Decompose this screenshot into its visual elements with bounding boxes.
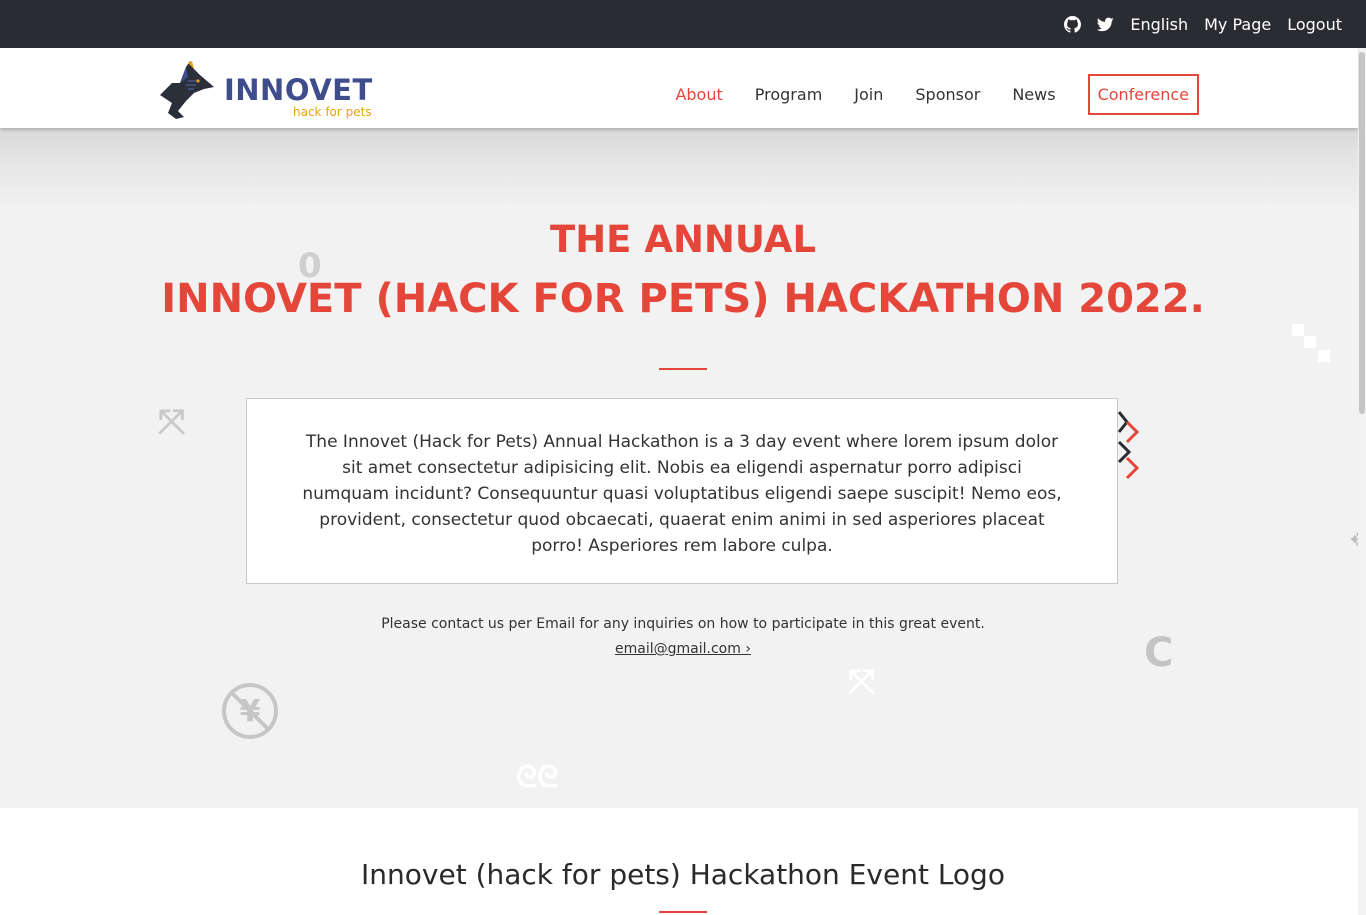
conference-button[interactable]: Conference xyxy=(1087,74,1199,115)
page-scrollbar-thumb[interactable] xyxy=(1359,52,1365,414)
event-description: The Innovet (Hack for Pets) Annual Hacka… xyxy=(302,432,1062,556)
hero-title-line2: INNOVET (HACK FOR PETS) HACKATHON 2022. xyxy=(161,276,1205,322)
site-logo[interactable]: INNOVET hack for pets xyxy=(158,59,372,121)
dog-cat-logo-icon xyxy=(160,61,214,119)
language-selector[interactable]: English xyxy=(1130,15,1188,34)
collapse-arrows-icon: ⤧ xyxy=(158,402,186,442)
nav-item-sponsor[interactable]: Sponsor xyxy=(915,85,980,104)
yen-circle-icon: ¥ xyxy=(220,681,280,741)
contact-text: Please contact us per Email for any inqu… xyxy=(381,616,985,632)
logout-link[interactable]: Logout xyxy=(1287,15,1342,34)
nav-item-news[interactable]: News xyxy=(1012,85,1055,104)
twitter-icon[interactable] xyxy=(1097,16,1115,33)
nav-item-program[interactable]: Program xyxy=(755,85,823,104)
main-navbar: INNOVET hack for pets About Program Join… xyxy=(0,48,1358,128)
my-page-link[interactable]: My Page xyxy=(1204,15,1271,34)
description-box: The Innovet (Hack for Pets) Annual Hacka… xyxy=(246,398,1118,584)
github-icon[interactable] xyxy=(1064,15,1082,33)
primary-nav: About Program Join Sponsor News Conferen… xyxy=(643,73,1199,116)
contact-email-wrapper: email@gmail.com › xyxy=(0,641,1358,657)
title-divider xyxy=(659,368,707,370)
contact-email-link[interactable]: email@gmail.com › xyxy=(615,641,751,657)
top-bar-items: English My Page Logout xyxy=(1064,0,1342,48)
event-logo-section-title: Innovet (hack for pets) Hackathon Event … xyxy=(361,858,1005,891)
section-divider xyxy=(659,911,707,913)
expand-arrows-icon: ⤧ xyxy=(848,662,876,702)
pixel-steps-icon xyxy=(1292,324,1332,364)
hero-background-photo xyxy=(0,128,1358,208)
loop-glyph-icon: ᘓᘓ xyxy=(516,760,559,795)
hero-section: 0 ⤧ ✥ C ⤧ ¥ ᘓᘓ THE ANNUAL INNOVET (HACK … xyxy=(0,128,1358,808)
nav-item-join[interactable]: Join xyxy=(854,85,883,104)
hero-title-line1: THE ANNUAL xyxy=(549,218,817,261)
logo-tagline: hack for pets xyxy=(293,105,372,119)
chevrons-red-icon xyxy=(1117,408,1141,488)
logo-title: INNOVET xyxy=(224,73,373,107)
move-arrows-icon: ✥ xyxy=(1350,526,1358,554)
top-bar: English My Page Logout xyxy=(0,0,1366,48)
nav-item-about[interactable]: About xyxy=(675,85,722,104)
